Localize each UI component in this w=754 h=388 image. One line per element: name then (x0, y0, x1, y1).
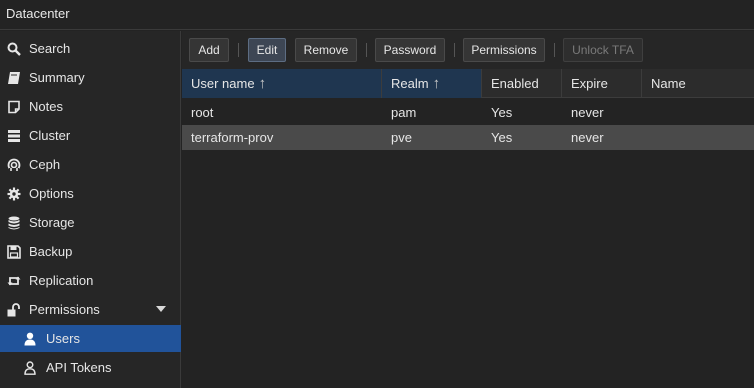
sidebar-item-label: Permissions (29, 302, 100, 317)
server-icon (6, 128, 22, 144)
sidebar-item-label: Ceph (29, 157, 61, 172)
table-header: User name ↑ Realm ↑ Enabled Expire Name (182, 69, 754, 98)
column-header-realm[interactable]: Realm ↑ (382, 69, 482, 98)
book-icon (6, 70, 22, 86)
cell-user-name: terraform-prov (191, 130, 274, 145)
table-row[interactable]: terraform-prov pve Yes never (182, 125, 754, 150)
sidebar-item-search[interactable]: Search (0, 35, 181, 62)
cell-user-name: root (191, 105, 214, 120)
sidebar-item-label: Options (29, 186, 74, 201)
top-bar: Datacenter (0, 0, 754, 30)
sidebar-item-cluster[interactable]: Cluster (0, 122, 181, 149)
sidebar-item-ceph[interactable]: Ceph (0, 151, 181, 178)
sidebar-item-summary[interactable]: Summary (0, 64, 181, 91)
toolbar-separator (454, 43, 455, 57)
chevron-down-icon[interactable] (156, 306, 166, 312)
retweet-icon (6, 273, 22, 289)
sidebar: Search Summary Notes Cluster Ceph Option… (0, 31, 181, 388)
edit-button[interactable]: Edit (248, 38, 286, 62)
remove-button[interactable]: Remove (295, 38, 357, 62)
unlock-tfa-button[interactable]: Unlock TFA (563, 38, 643, 62)
sidebar-item-api-tokens[interactable]: API Tokens (0, 354, 181, 381)
password-button[interactable]: Password (375, 38, 445, 62)
user-icon (22, 331, 38, 347)
sidebar-item-label: Replication (29, 273, 94, 288)
permissions-button[interactable]: Permissions (463, 38, 545, 62)
sidebar-item-label: Search (29, 41, 71, 56)
toolbar-separator (554, 43, 555, 57)
cell-realm: pam (391, 105, 417, 120)
sidebar-item-label: Storage (29, 215, 75, 230)
add-button[interactable]: Add (189, 38, 229, 62)
cell-expire: never (571, 105, 604, 120)
sidebar-item-users[interactable]: Users (0, 325, 181, 352)
cell-name (642, 100, 651, 125)
sidebar-item-backup[interactable]: Backup (0, 238, 181, 265)
sort-ascending-icon: ↑ (258, 75, 267, 92)
sidebar-item-options[interactable]: Options (0, 180, 181, 207)
cell-realm: pve (391, 130, 412, 145)
toolbar: Add Edit Remove Password Permissions Unl… (182, 31, 754, 69)
cell-enabled: Yes (491, 130, 513, 145)
gear-icon (6, 186, 22, 202)
sort-ascending-icon: ↑ (432, 75, 441, 92)
column-header-name[interactable]: Name (642, 69, 754, 98)
ceph-icon (6, 157, 22, 173)
toolbar-separator (238, 43, 239, 57)
user-outline-icon (22, 360, 38, 376)
sidebar-item-notes[interactable]: Notes (0, 93, 181, 120)
sidebar-item-permissions[interactable]: Permissions (0, 296, 181, 323)
toolbar-separator (366, 43, 367, 57)
cell-enabled: Yes (491, 105, 513, 120)
column-header-user-name[interactable]: User name ↑ (182, 69, 382, 98)
sidebar-item-label: Notes (29, 99, 63, 114)
sidebar-item-label: Users (46, 331, 80, 346)
floppy-icon (6, 244, 22, 260)
table-row[interactable]: root pam Yes never (182, 100, 754, 125)
search-icon (6, 41, 22, 57)
database-icon (6, 215, 22, 231)
sidebar-item-label: Summary (29, 70, 85, 85)
column-header-expire[interactable]: Expire (562, 69, 642, 98)
datacenter-title: Datacenter (6, 6, 70, 21)
sidebar-item-label: Cluster (29, 128, 71, 143)
cell-name (642, 125, 651, 150)
note-icon (6, 99, 22, 115)
main-panel: Add Edit Remove Password Permissions Unl… (182, 31, 754, 388)
column-header-enabled[interactable]: Enabled (482, 69, 562, 98)
sidebar-item-label: API Tokens (46, 360, 112, 375)
sidebar-item-storage[interactable]: Storage (0, 209, 181, 236)
unlock-icon (6, 302, 22, 318)
sidebar-item-label: Backup (29, 244, 73, 259)
cell-expire: never (571, 130, 604, 145)
sidebar-item-replication[interactable]: Replication (0, 267, 181, 294)
